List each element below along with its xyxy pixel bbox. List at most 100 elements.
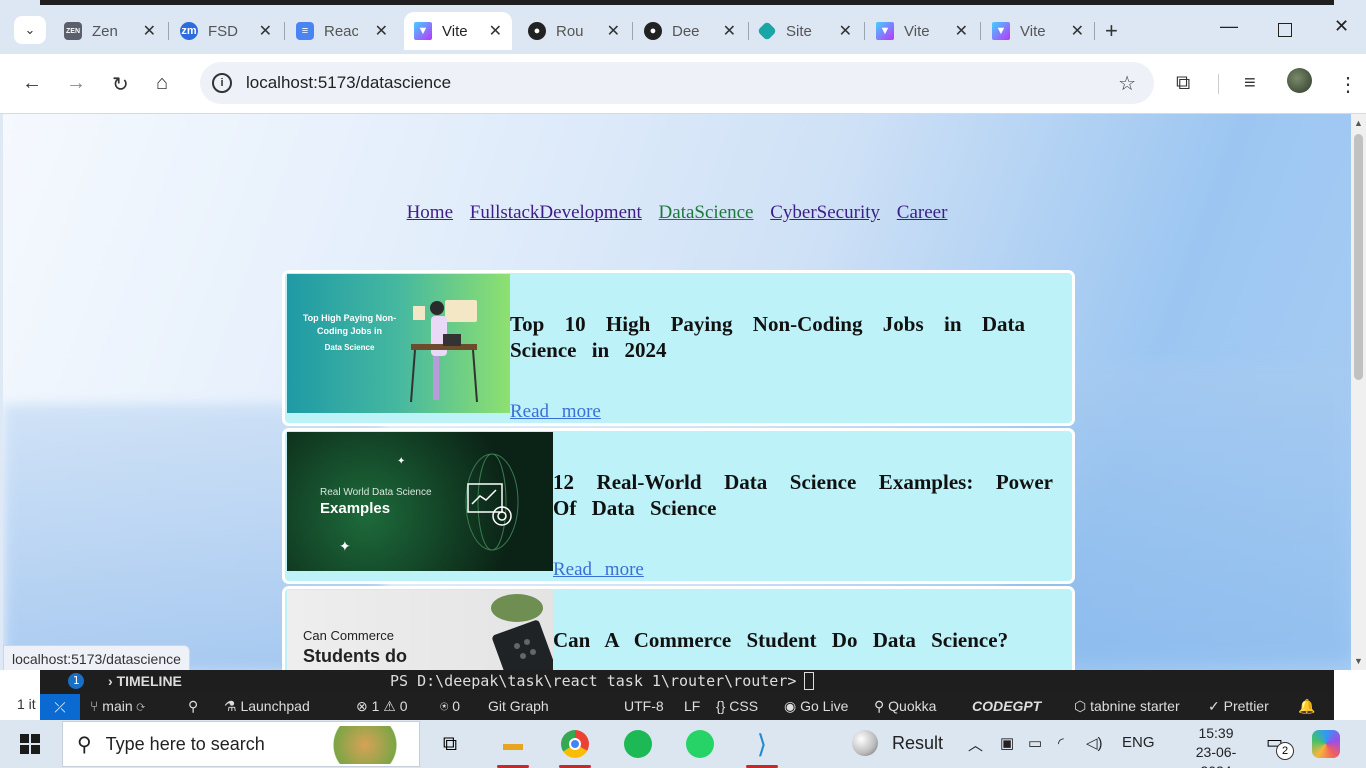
url-input[interactable] [246, 73, 1066, 93]
site-info-icon[interactable]: i [212, 73, 232, 93]
notifications-bell-icon[interactable]: 🔔 [1298, 698, 1315, 715]
git-compare-icon[interactable]: ⚲ [188, 698, 198, 715]
encoding-item[interactable]: UTF-8 [624, 698, 664, 714]
timeline-header[interactable]: › TIMELINE [108, 673, 182, 689]
weather-widget[interactable]: Result [852, 730, 943, 756]
football-icon [852, 730, 878, 756]
tab-site[interactable]: Site ✕ [750, 12, 862, 50]
home-icon[interactable]: ⌂ [156, 72, 168, 95]
tab-divider [632, 22, 633, 40]
scrollbar-thumb[interactable] [1354, 134, 1363, 380]
page-scrollbar[interactable]: ▲ ▼ [1351, 114, 1366, 672]
tab-router[interactable]: ● Rou ✕ [518, 12, 630, 50]
nav-link-fullstack[interactable]: FullstackDevelopment [470, 202, 642, 223]
forward-arrow-icon[interactable]: → [66, 72, 86, 95]
close-icon[interactable]: ✕ [723, 21, 736, 41]
close-icon[interactable]: ✕ [375, 21, 388, 41]
close-icon[interactable]: ✕ [1071, 21, 1084, 41]
close-icon[interactable]: ✕ [259, 21, 272, 41]
tab-divider [1094, 22, 1095, 40]
tab-divider [168, 22, 169, 40]
clock[interactable]: 15:39 23-06-2024 [1188, 724, 1244, 768]
address-bar[interactable]: i ☆ [200, 62, 1154, 104]
show-hidden-icons-chevron-icon[interactable]: ︿ [968, 734, 983, 755]
spotify-icon[interactable] [620, 726, 656, 762]
close-icon[interactable]: ✕ [489, 21, 502, 41]
terminal-panel[interactable]: 1 › TIMELINE PS D:\deepak\task\react tas… [40, 670, 1334, 694]
tab-strip: ⌄ ZEN Zen ✕ zm FSD ✕ ≡ Reac ✕ ▼ Vite ✕ ●… [0, 0, 1366, 54]
search-highlight-image [333, 726, 413, 764]
scroll-down-arrow-icon[interactable]: ▼ [1354, 656, 1363, 666]
meet-now-icon[interactable]: ▣ [1000, 734, 1014, 752]
launchpad-item[interactable]: ⚗ Launchpad [224, 698, 310, 715]
git-graph-item[interactable]: Git Graph [488, 698, 549, 714]
tab-react[interactable]: ≡ Reac ✕ [286, 12, 398, 50]
close-icon[interactable]: ✕ [839, 21, 852, 41]
volume-icon[interactable]: ◁) [1086, 734, 1103, 752]
vscode-icon[interactable]: ⟩ [744, 726, 780, 768]
task-view-icon[interactable]: ⧉ [432, 726, 468, 762]
more-menu-icon[interactable]: ⋮ [1338, 72, 1358, 97]
profile-avatar[interactable] [1287, 68, 1312, 93]
tab-search-button[interactable]: ⌄ [14, 16, 46, 44]
tab-vite-active[interactable]: ▼ Vite ✕ [404, 12, 512, 50]
extensions-puzzle-icon[interactable]: ⧉ [1176, 72, 1190, 95]
page-nav: Home FullstackDevelopment DataScience Cy… [3, 202, 1351, 224]
tab-vite-2[interactable]: ▼ Vite ✕ [866, 12, 978, 50]
vite-icon: ▼ [992, 22, 1010, 40]
ports-item[interactable]: ⍟ 0 [440, 698, 460, 715]
new-tab-plus-icon[interactable]: + [1105, 18, 1118, 44]
remote-icon[interactable]: ⤫ [40, 694, 80, 720]
input-language[interactable]: ENG [1122, 734, 1155, 751]
calculator-money-illustration [491, 594, 553, 672]
whatsapp-icon[interactable] [682, 726, 718, 762]
read-more-link[interactable]: Read more [553, 559, 644, 581]
windows-start-icon[interactable] [20, 734, 40, 754]
maximize-icon[interactable] [1278, 23, 1292, 37]
copilot-icon[interactable] [1312, 730, 1340, 758]
back-arrow-icon[interactable]: ← [22, 72, 42, 95]
window-top-edge [40, 0, 1334, 5]
tab-label: Vite [1020, 22, 1046, 40]
nav-link-cybersecurity[interactable]: CyberSecurity [770, 202, 880, 223]
codegpt-item[interactable]: CODEGPT [972, 698, 1041, 714]
media-control-icon[interactable]: ≡ [1244, 72, 1256, 95]
terminal-prompt: PS D:\deepak\task\react task 1\router\ro… [390, 672, 797, 690]
battery-icon[interactable]: ▭ [1028, 734, 1042, 752]
prettier-item[interactable]: ✓ Prettier [1208, 698, 1269, 715]
netlify-icon [757, 21, 777, 41]
reload-icon[interactable]: ↻ [112, 72, 129, 97]
problems-item[interactable]: ⊗ 1 ⚠ 0 [356, 698, 408, 715]
scroll-up-arrow-icon[interactable]: ▲ [1354, 118, 1363, 128]
bookmark-star-icon[interactable]: ☆ [1118, 71, 1136, 96]
wifi-icon[interactable]: ◜ [1058, 734, 1064, 752]
tab-label: Vite [442, 22, 468, 40]
close-icon[interactable]: ✕ [607, 21, 620, 41]
tab-deepak[interactable]: ● Dee ✕ [634, 12, 746, 50]
nav-link-home[interactable]: Home [407, 202, 453, 223]
tab-fsd[interactable]: zm FSD ✕ [170, 12, 282, 50]
chrome-icon[interactable] [557, 726, 593, 768]
quokka-item[interactable]: ⚲ Quokka [874, 698, 936, 715]
close-icon[interactable]: ✕ [955, 21, 968, 41]
nav-link-career[interactable]: Career [897, 202, 948, 223]
git-branch-item[interactable]: ⑂ main ⟳ [90, 698, 145, 714]
eol-item[interactable]: LF [684, 698, 700, 714]
taskbar-search[interactable]: ⚲ Type here to search [62, 721, 420, 767]
file-explorer-icon[interactable]: ▬ [495, 726, 531, 768]
tabnine-item[interactable]: ⬡ tabnine starter [1074, 698, 1180, 715]
close-window-icon[interactable]: ✕ [1334, 16, 1349, 37]
language-item[interactable]: {} CSS [716, 698, 758, 714]
notification-center-icon[interactable]: ▭ 2 [1266, 732, 1294, 760]
nav-link-datascience[interactable]: DataScience [659, 202, 754, 223]
read-more-link[interactable]: Read more [510, 401, 601, 423]
data-chart-gear-illustration [465, 453, 519, 551]
tab-divider [864, 22, 865, 40]
vite-icon: ▼ [414, 22, 432, 40]
tab-zen[interactable]: ZEN Zen ✕ [54, 12, 166, 50]
thumbnail-text: Students do [303, 646, 407, 666]
tab-vite-3[interactable]: ▼ Vite ✕ [982, 12, 1094, 50]
minimize-icon[interactable]: — [1220, 16, 1238, 37]
go-live-item[interactable]: ◉ Go Live [784, 698, 848, 715]
close-icon[interactable]: ✕ [143, 21, 156, 41]
